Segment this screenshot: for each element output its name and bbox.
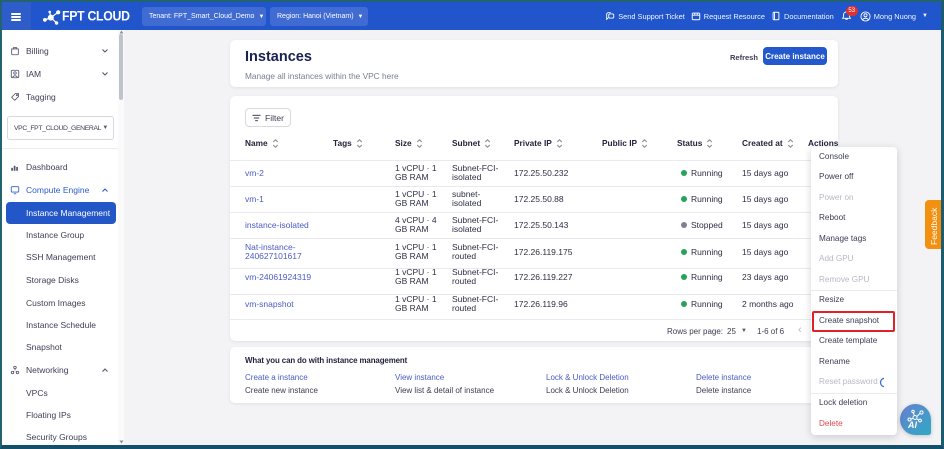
svg-text:AI: AI	[907, 420, 917, 430]
